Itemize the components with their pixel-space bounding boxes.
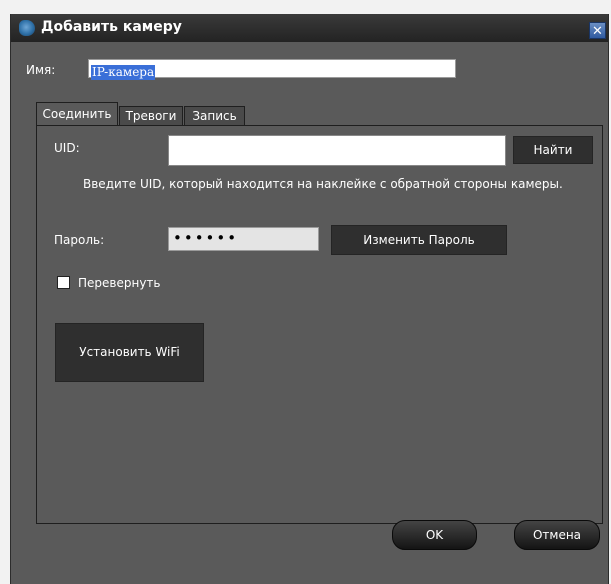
title-bar[interactable]: Добавить камеру ✕ [11, 14, 608, 42]
name-input[interactable]: IP-камера [88, 59, 456, 80]
password-field[interactable]: •••••• [168, 227, 319, 251]
add-camera-dialog: Добавить камеру ✕ Имя: IP-камера Соедини… [10, 14, 609, 584]
set-wifi-button[interactable]: Установить WiFi [55, 323, 204, 382]
camera-app-icon [19, 20, 35, 36]
name-label: Имя: [26, 63, 56, 77]
uid-input[interactable] [168, 135, 506, 166]
uid-hint: Введите UID, который находится на наклей… [83, 177, 563, 191]
flip-checkbox[interactable] [57, 276, 70, 289]
password-label: Пароль: [54, 233, 105, 247]
cancel-button[interactable]: Отмена [514, 520, 600, 550]
find-button[interactable]: Найти [513, 136, 593, 164]
tab-recording[interactable]: Запись [184, 106, 245, 126]
uid-label: UID: [54, 141, 80, 155]
name-input-value: IP-камера [91, 65, 156, 80]
tab-connect[interactable]: Соединить [36, 102, 118, 126]
change-password-button[interactable]: Изменить Пароль [331, 225, 507, 255]
window-title: Добавить камеру [41, 19, 182, 35]
flip-label: Перевернуть [78, 276, 161, 290]
close-icon[interactable]: ✕ [589, 22, 606, 39]
ok-button[interactable]: OK [392, 520, 477, 550]
tab-alarms[interactable]: Тревоги [119, 106, 183, 126]
